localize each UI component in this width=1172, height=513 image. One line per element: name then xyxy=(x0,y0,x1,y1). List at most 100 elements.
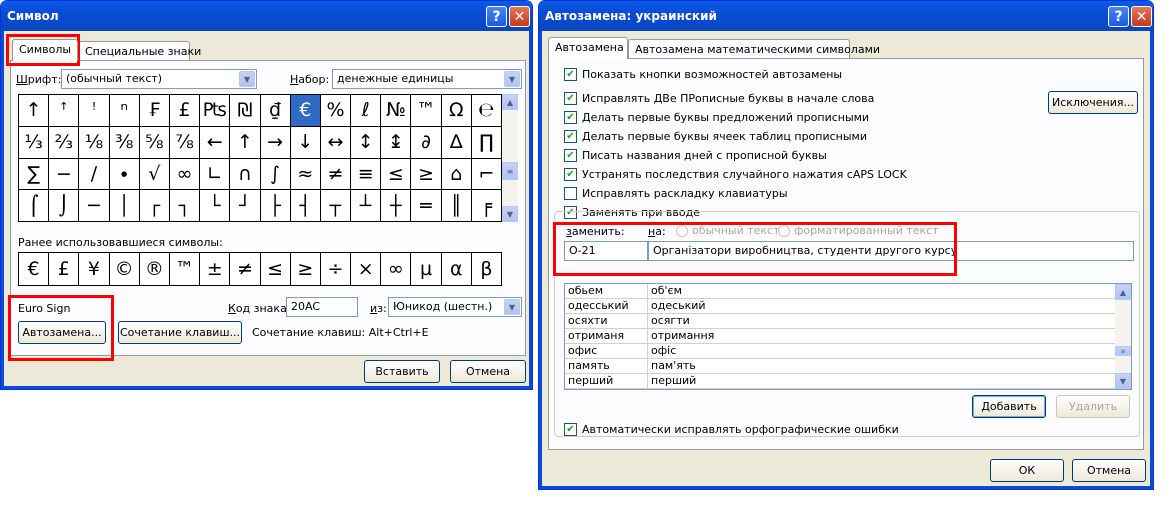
symbol-cell[interactable]: ⁿ xyxy=(109,95,139,126)
tab-special-chars[interactable]: Специальные знаки xyxy=(78,41,201,61)
symbol-cell[interactable]: ┴ xyxy=(351,190,381,221)
autocorrect-list-scrollbar[interactable]: ▲ ≡ ▼ xyxy=(1115,284,1131,389)
recent-symbol-cell[interactable]: β xyxy=(471,253,501,285)
symbol-cell[interactable]: ║ xyxy=(441,190,471,221)
symbol-cell[interactable]: % xyxy=(320,95,351,126)
autocorrect-list[interactable]: обьем об'єм одесський одеський осяхти осягти о… xyxy=(564,283,1132,390)
recent-symbol-cell[interactable]: ≠ xyxy=(230,253,260,285)
font-select[interactable]: (обычный текст) ▼ xyxy=(61,69,257,89)
recent-symbol-cell[interactable]: ≤ xyxy=(260,253,290,285)
delete-button[interactable]: Удалить xyxy=(1056,395,1130,418)
recent-symbol-cell[interactable]: ® xyxy=(139,253,169,285)
tab-symbols[interactable]: Символы xyxy=(12,39,78,61)
scroll-thumb[interactable]: ≡ xyxy=(502,162,518,180)
scroll-down-icon[interactable]: ▼ xyxy=(1115,373,1131,389)
code-input[interactable]: 20AC xyxy=(286,297,358,317)
symbol-cell[interactable]: ₫ xyxy=(260,95,290,126)
autocorrect-titlebar[interactable]: Автозамена: украинский ? ✕ xyxy=(539,1,1153,31)
symbol-cell[interactable]: ꜛ xyxy=(49,95,79,126)
symbol-cell[interactable]: ↑ xyxy=(19,95,49,126)
help-icon[interactable]: ? xyxy=(1108,6,1129,27)
symbol-cell[interactable]: ≠ xyxy=(320,158,351,190)
scroll-thumb[interactable]: ≡ xyxy=(1115,346,1131,356)
recent-symbol-cell[interactable]: α xyxy=(441,253,471,285)
list-item[interactable]: перший перший xyxy=(565,374,1131,389)
symbol-cell[interactable]: ⅞ xyxy=(169,126,200,158)
symbol-cell[interactable]: ⅝ xyxy=(139,126,169,158)
symbol-cell[interactable]: ∙ xyxy=(109,158,139,190)
symbol-cell[interactable]: ∑ xyxy=(19,158,49,190)
recent-symbol-cell[interactable]: ± xyxy=(200,253,230,285)
symbol-cell[interactable]: ← xyxy=(200,126,230,158)
exceptions-button[interactable]: Исключения... xyxy=(1048,91,1138,114)
symbol-cell[interactable]: ≈ xyxy=(290,158,320,190)
symbol-cell[interactable]: ⅓ xyxy=(19,126,49,158)
symbol-cell[interactable]: √ xyxy=(139,158,169,190)
autocorrect-button[interactable]: Автозамена... xyxy=(18,321,106,344)
symbol-cell[interactable]: → xyxy=(260,126,290,158)
chevron-down-icon[interactable]: ▼ xyxy=(239,71,255,87)
symbol-cell[interactable]: ├ xyxy=(260,190,290,221)
list-item[interactable]: память пам'ять xyxy=(565,359,1131,374)
symbol-cell[interactable]: ↕ xyxy=(351,126,381,158)
symbol-cell[interactable]: ∕ xyxy=(79,158,109,190)
symbol-cell[interactable]: № xyxy=(381,95,411,126)
chevron-down-icon[interactable]: ▼ xyxy=(504,299,520,315)
symbol-cell[interactable]: ∆ xyxy=(441,126,471,158)
recent-symbol-cell[interactable]: € xyxy=(19,253,49,285)
recent-symbol-cell[interactable]: ≥ xyxy=(290,253,320,285)
symbol-cell[interactable]: ═ xyxy=(411,190,441,221)
symbol-cell[interactable]: − xyxy=(49,158,79,190)
list-item[interactable]: офис офіс xyxy=(565,344,1131,359)
symbol-cell[interactable]: ₪ xyxy=(230,95,260,126)
scroll-up-icon[interactable]: ▲ xyxy=(1115,284,1131,300)
symbol-cell[interactable]: ≥ xyxy=(411,158,441,190)
recent-symbol-cell[interactable]: © xyxy=(109,253,139,285)
symbol-cell[interactable]: ™ xyxy=(411,95,441,126)
chevron-down-icon[interactable]: ▼ xyxy=(504,71,520,87)
option-checkbox[interactable]: ✔ Исправлять ДВе ПРописные буквы в начале… xyxy=(564,92,874,105)
symbol-cell[interactable]: ℮ xyxy=(471,95,501,126)
tab-math-autocorrect[interactable]: Автозамена математическими символами xyxy=(628,39,880,59)
radio-plain-text[interactable]: обычный текст xyxy=(676,224,780,237)
symbol-cell[interactable]: ┘ xyxy=(230,190,260,221)
symbol-cell[interactable]: ↔ xyxy=(320,126,351,158)
symbol-cell[interactable]: ╒ xyxy=(471,190,501,221)
scroll-down-icon[interactable]: ▼ xyxy=(502,206,518,222)
from-select[interactable]: Юникод (шестн.) ▼ xyxy=(388,297,522,317)
recent-symbol-cell[interactable]: £ xyxy=(49,253,79,285)
insert-button[interactable]: Вставить xyxy=(364,360,440,383)
list-item[interactable]: осяхти осягти xyxy=(565,314,1131,329)
symbol-cell[interactable]: ∩ xyxy=(230,158,260,190)
list-item[interactable]: отриманя отримання xyxy=(565,329,1131,344)
symbol-cell[interactable]: ┬ xyxy=(320,190,351,221)
radio-formatted-text[interactable]: форматированный текст xyxy=(778,224,939,237)
symbol-cell[interactable]: ⅜ xyxy=(109,126,139,158)
with-input[interactable]: Організатори виробництва, студенти друго… xyxy=(648,241,1134,261)
symbol-cell[interactable]: ⌐ xyxy=(471,158,501,190)
symbol-cell[interactable]: ┼ xyxy=(381,190,411,221)
recent-symbol-cell[interactable]: ∞ xyxy=(381,253,411,285)
option-checkbox[interactable]: ✔ Устранять последствия случайного нажати… xyxy=(564,168,907,181)
symbol-cell[interactable]: ⅔ xyxy=(49,126,79,158)
auto-spell-checkbox[interactable]: ✔ Автоматически исправлять орфографически… xyxy=(564,423,899,436)
option-checkbox[interactable]: Исправлять раскладку клавиатуры xyxy=(564,187,788,200)
symbol-cell[interactable]: ∞ xyxy=(169,158,200,190)
symbol-cell[interactable]: ─ xyxy=(79,190,109,221)
symbol-cell[interactable]: ₧ xyxy=(200,95,230,126)
shortcut-key-button[interactable]: Сочетание клавиш... xyxy=(118,321,242,344)
symbol-cell[interactable]: ⌂ xyxy=(441,158,471,190)
symbol-cell[interactable]: └ xyxy=(200,190,230,221)
option-checkbox[interactable]: ✔ Показать кнопки возможностей автозамены xyxy=(564,68,842,81)
recent-symbol-cell[interactable]: × xyxy=(351,253,381,285)
symbol-cell[interactable]: ⌡ xyxy=(49,190,79,221)
list-item[interactable]: одесський одеський xyxy=(565,299,1131,314)
symbol-cell[interactable]: ∫ xyxy=(260,158,290,190)
close-icon[interactable]: ✕ xyxy=(1131,6,1152,27)
replace-input[interactable]: О-21 xyxy=(564,241,648,261)
symbol-cell[interactable]: ┌ xyxy=(139,190,169,221)
ok-button[interactable]: ОК xyxy=(990,459,1064,482)
close-icon[interactable]: ✕ xyxy=(509,6,530,27)
symbol-cell[interactable]: ↓ xyxy=(290,126,320,158)
symbol-grid-scrollbar[interactable]: ▲ ≡ ▼ xyxy=(502,94,518,222)
